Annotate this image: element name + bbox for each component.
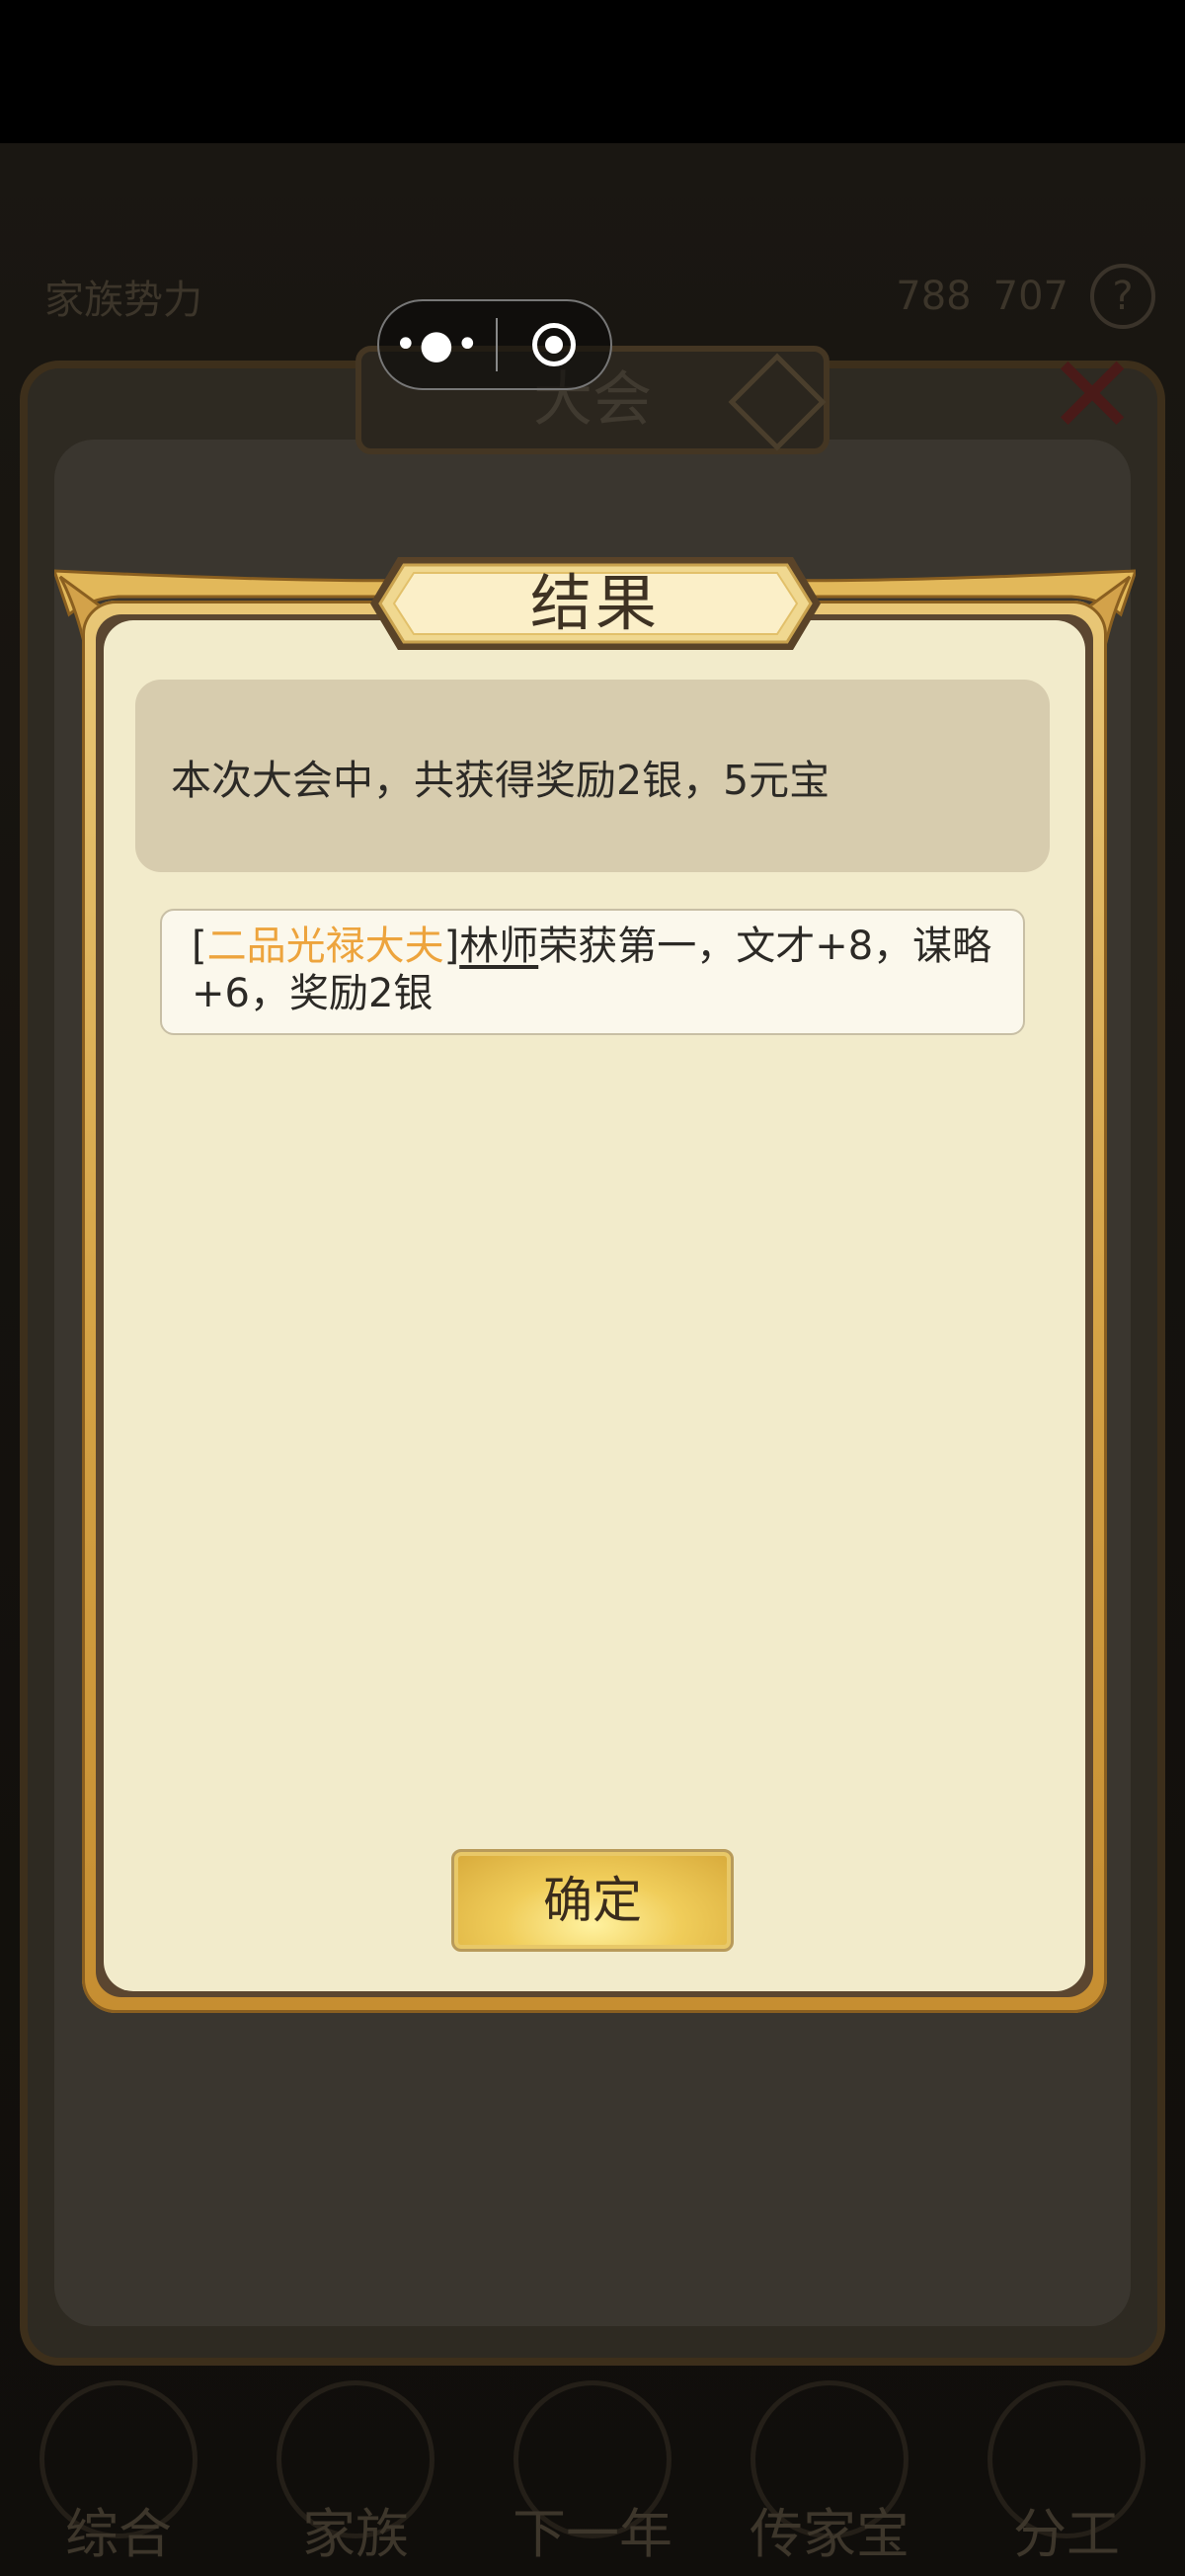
nav-item-overview: 综合 bbox=[20, 2380, 217, 2565]
nav-item-heirloom: 传家宝 bbox=[731, 2380, 928, 2565]
list-item: [二品光禄大夫]林师荣获第一，文才+8，谋略+6，奖励2银 bbox=[160, 909, 1025, 1035]
silver-count: 788 bbox=[896, 274, 972, 319]
member-name-link[interactable]: 林师 bbox=[459, 924, 538, 969]
bottom-nav: 综合 家族 下一年 传家宝 分工 bbox=[0, 2371, 1185, 2576]
target-icon bbox=[532, 323, 576, 366]
nav-item-division: 分工 bbox=[968, 2380, 1165, 2565]
confirm-button[interactable]: 确定 bbox=[451, 1849, 734, 1952]
nav-label: 家族 bbox=[302, 2503, 409, 2565]
bracket-open: [ bbox=[192, 924, 207, 969]
nav-label: 综合 bbox=[65, 2503, 172, 2565]
nav-label: 传家宝 bbox=[750, 2503, 909, 2565]
bracket-close: ] bbox=[443, 924, 460, 969]
nav-item-clan: 家族 bbox=[257, 2380, 454, 2565]
help-circle-icon: ? bbox=[1090, 264, 1155, 329]
close-icon: ✕ bbox=[1047, 332, 1139, 458]
nav-label: 下一年 bbox=[513, 2503, 672, 2565]
nav-item-next-year: 下一年 bbox=[494, 2380, 691, 2565]
nav-label: 分工 bbox=[1013, 2503, 1120, 2565]
official-rank: 二品光禄大夫 bbox=[206, 924, 444, 969]
more-options-icon[interactable]: •●• bbox=[379, 322, 496, 367]
clan-power-label: 家族势力 bbox=[44, 278, 202, 323]
miniprogram-capsule: •●• bbox=[377, 299, 612, 390]
ingot-count: 707 bbox=[992, 274, 1068, 319]
close-miniprogram-button[interactable] bbox=[498, 323, 610, 366]
reward-summary: 本次大会中，共获得奖励2银，5元宝 bbox=[135, 680, 1050, 872]
dialog-title: 结果 bbox=[529, 567, 661, 639]
summary-text: 本次大会中，共获得奖励2银，5元宝 bbox=[171, 756, 830, 804]
status-bar-area bbox=[0, 0, 1185, 143]
